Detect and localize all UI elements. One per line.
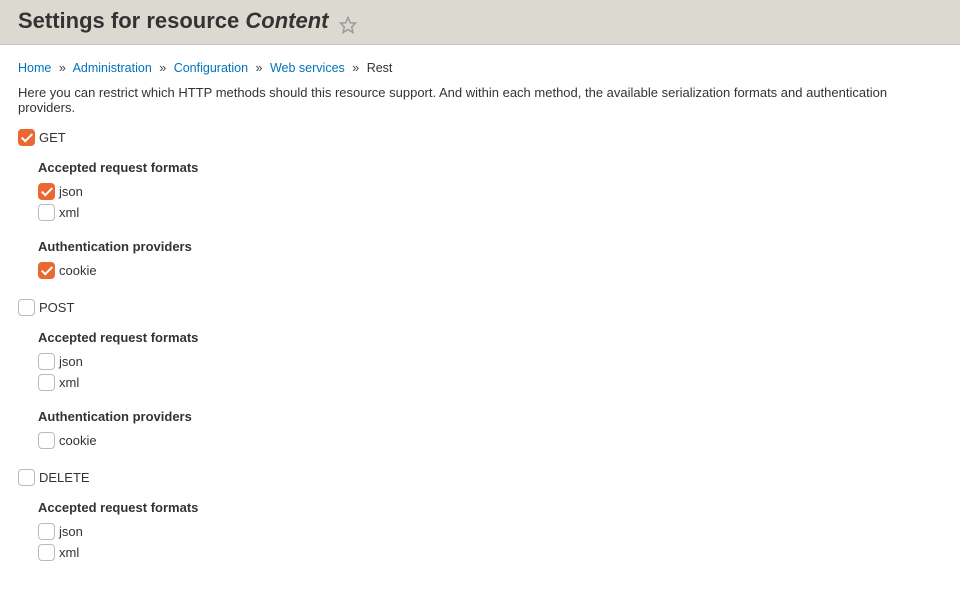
format-checkbox-xml[interactable] (38, 374, 55, 391)
option-row: json (38, 523, 942, 540)
auth-label-cookie: cookie (59, 263, 97, 278)
format-checkbox-xml[interactable] (38, 204, 55, 221)
section-title-formats: Accepted request formats (38, 330, 942, 345)
breadcrumb-link-configuration[interactable]: Configuration (174, 61, 248, 75)
method-checkbox-get[interactable] (18, 129, 35, 146)
page-title-resource: Content (245, 8, 328, 33)
page-title: Settings for resource Content (18, 8, 335, 33)
format-checkbox-json[interactable] (38, 523, 55, 540)
method-row-delete: DELETE (18, 469, 942, 486)
breadcrumb-sep: » (59, 61, 66, 75)
option-row: json (38, 353, 942, 370)
format-checkbox-xml[interactable] (38, 544, 55, 561)
method-body-get: Accepted request formats json xml Authen… (18, 160, 942, 279)
method-checkbox-delete[interactable] (18, 469, 35, 486)
option-row: xml (38, 374, 942, 391)
section-title-formats: Accepted request formats (38, 160, 942, 175)
method-body-delete: Accepted request formats json xml (18, 500, 942, 561)
format-label-json: json (59, 354, 83, 369)
page-description: Here you can restrict which HTTP methods… (18, 85, 942, 115)
method-label-delete: DELETE (39, 470, 90, 485)
auth-checkbox-cookie[interactable] (38, 432, 55, 449)
section-title-auth: Authentication providers (38, 239, 942, 254)
format-checkbox-json[interactable] (38, 353, 55, 370)
option-row: cookie (38, 262, 942, 279)
method-checkbox-post[interactable] (18, 299, 35, 316)
method-row-get: GET (18, 129, 942, 146)
section-title-auth: Authentication providers (38, 409, 942, 424)
method-label-get: GET (39, 130, 66, 145)
breadcrumb-link-home[interactable]: Home (18, 61, 51, 75)
option-row: cookie (38, 432, 942, 449)
format-label-xml: xml (59, 205, 79, 220)
page-header: Settings for resource Content (0, 0, 960, 45)
breadcrumb-sep: » (256, 61, 263, 75)
breadcrumb-sep: » (159, 61, 166, 75)
method-row-post: POST (18, 299, 942, 316)
format-label-json: json (59, 184, 83, 199)
breadcrumb: Home » Administration » Configuration » … (18, 61, 942, 75)
breadcrumb-link-web-services[interactable]: Web services (270, 61, 345, 75)
auth-checkbox-cookie[interactable] (38, 262, 55, 279)
method-body-post: Accepted request formats json xml Authen… (18, 330, 942, 449)
page-title-prefix: Settings for resource (18, 8, 245, 33)
format-label-json: json (59, 524, 83, 539)
content-region: Home » Administration » Configuration » … (0, 45, 960, 597)
breadcrumb-link-administration[interactable]: Administration (73, 61, 152, 75)
breadcrumb-current: Rest (367, 61, 393, 75)
breadcrumb-sep: » (352, 61, 359, 75)
section-title-formats: Accepted request formats (38, 500, 942, 515)
star-icon[interactable] (339, 16, 357, 34)
format-label-xml: xml (59, 375, 79, 390)
option-row: xml (38, 204, 942, 221)
auth-label-cookie: cookie (59, 433, 97, 448)
format-label-xml: xml (59, 545, 79, 560)
format-checkbox-json[interactable] (38, 183, 55, 200)
option-row: json (38, 183, 942, 200)
method-label-post: POST (39, 300, 74, 315)
option-row: xml (38, 544, 942, 561)
